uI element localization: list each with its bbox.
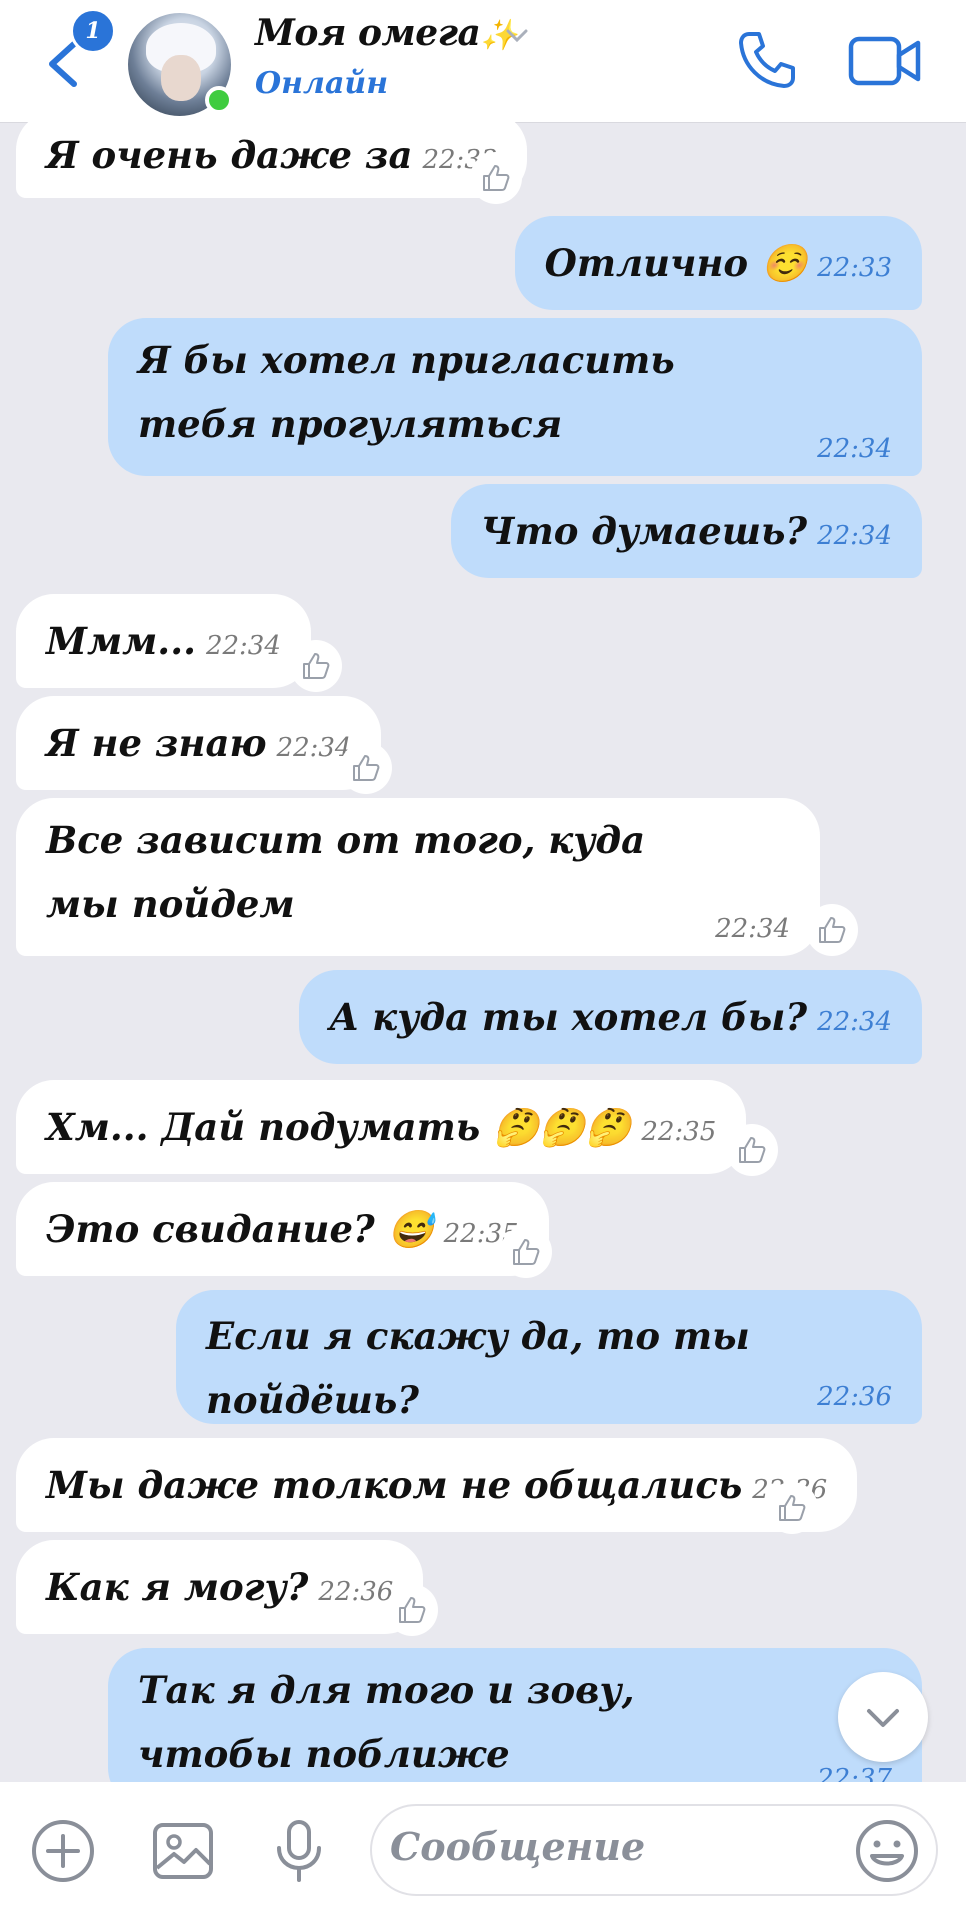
message-outgoing[interactable]: Отлично ☺️ 22:33 bbox=[514, 216, 922, 310]
like-button[interactable] bbox=[500, 1226, 552, 1278]
message-outgoing[interactable]: А куда ты хотел бы? 22:34 bbox=[299, 970, 922, 1064]
like-button[interactable] bbox=[340, 742, 392, 794]
like-button[interactable] bbox=[766, 1482, 818, 1534]
message-text: Это свидание? 😅 bbox=[46, 1207, 434, 1251]
message-input-placeholder: Сообщение bbox=[390, 1824, 646, 1869]
message-text: Я бы хотел пригласить тебя прогуляться bbox=[138, 338, 675, 446]
unread-badge: 1 bbox=[70, 8, 116, 54]
message-list[interactable]: Я очень даже за 22:33 Отлично ☺️ 22:33 Я б… bbox=[0, 122, 966, 1782]
microphone-icon[interactable] bbox=[266, 1818, 332, 1884]
message-text: Хм... Дай подумать 🤔🤔🤔 bbox=[46, 1105, 632, 1149]
emoji-icon[interactable] bbox=[854, 1818, 920, 1884]
message-text: Ммм... bbox=[46, 619, 196, 663]
like-icon bbox=[303, 653, 330, 679]
message-incoming[interactable]: Это свидание? 😅 22:35 bbox=[16, 1182, 549, 1276]
message-incoming[interactable]: Мы даже толком не общались22:36 bbox=[16, 1438, 858, 1532]
like-button[interactable] bbox=[290, 640, 342, 692]
chevron-down-icon[interactable] bbox=[502, 20, 532, 50]
message-text: Мы даже толком не общались bbox=[46, 1463, 743, 1507]
message-time: 22:34 bbox=[817, 521, 892, 551]
like-button[interactable] bbox=[386, 1584, 438, 1636]
like-icon bbox=[353, 755, 380, 781]
message-time: 22:36 bbox=[318, 1577, 394, 1607]
message-time: 22:34 bbox=[276, 733, 352, 763]
message-incoming[interactable]: Все зависит от того, куда мы пойдем 22:3… bbox=[16, 798, 820, 956]
chat-header: 1 Моя омега✨ Онлайн bbox=[0, 0, 966, 123]
scroll-down-button[interactable] bbox=[838, 1672, 928, 1762]
chat-title-text: Моя омега bbox=[255, 12, 481, 54]
message-outgoing[interactable]: Если я скажу да, то ты пойдёшь? 22:36 bbox=[176, 1290, 922, 1424]
message-outgoing[interactable]: Что думаешь? 22:34 bbox=[450, 484, 922, 578]
message-text: Я очень даже за bbox=[46, 133, 413, 177]
like-icon bbox=[483, 165, 510, 191]
message-time: 22:37 bbox=[817, 1764, 892, 1782]
like-icon bbox=[779, 1495, 806, 1521]
like-icon bbox=[739, 1137, 766, 1163]
chevron-down-icon bbox=[867, 1709, 899, 1727]
message-time: 22:34 bbox=[205, 631, 281, 661]
like-icon bbox=[399, 1597, 426, 1623]
like-icon bbox=[513, 1239, 540, 1265]
add-icon[interactable] bbox=[30, 1818, 96, 1884]
message-incoming[interactable]: Хм... Дай подумать 🤔🤔🤔 22:35 bbox=[16, 1080, 747, 1174]
message-text: Как я могу? bbox=[46, 1565, 309, 1609]
chat-title[interactable]: Моя омега✨ bbox=[255, 12, 518, 54]
message-text: Так я для того и зову, чтобы поближе поз… bbox=[138, 1668, 635, 1776]
image-icon[interactable] bbox=[150, 1818, 216, 1884]
message-text: Я не знаю bbox=[46, 721, 267, 765]
message-time: 22:36 bbox=[817, 1382, 892, 1412]
message-time: 22:34 bbox=[715, 914, 790, 944]
message-incoming[interactable]: Как я могу? 22:36 bbox=[16, 1540, 424, 1634]
online-indicator bbox=[205, 86, 233, 114]
video-camera-icon[interactable] bbox=[848, 33, 922, 89]
message-input[interactable]: Сообщение bbox=[370, 1804, 938, 1896]
like-icon bbox=[819, 917, 846, 943]
like-button[interactable] bbox=[726, 1124, 778, 1176]
message-time: 22:34 bbox=[817, 434, 892, 464]
online-status: Онлайн bbox=[255, 66, 389, 101]
message-incoming[interactable]: Ммм... 22:34 bbox=[16, 594, 311, 688]
composer-bar: Сообщение bbox=[0, 1782, 966, 1920]
message-incoming[interactable]: Я не знаю 22:34 bbox=[16, 696, 382, 790]
message-text: Все зависит от того, куда мы пойдем bbox=[46, 818, 646, 926]
message-text: Отлично ☺️ bbox=[544, 241, 808, 285]
message-time: 22:33 bbox=[817, 253, 892, 283]
message-incoming[interactable]: Я очень даже за 22:33 bbox=[16, 122, 528, 198]
message-outgoing[interactable]: Я бы хотел пригласить тебя прогуляться 2… bbox=[108, 318, 922, 476]
message-time: 22:35 bbox=[641, 1117, 717, 1147]
message-text: Если я скажу да, то ты пойдёшь? bbox=[206, 1314, 750, 1422]
message-text: А куда ты хотел бы? bbox=[329, 995, 808, 1039]
message-outgoing[interactable]: Так я для того и зову, чтобы поближе поз… bbox=[108, 1648, 922, 1782]
message-time: 22:34 bbox=[817, 1007, 892, 1037]
like-button[interactable] bbox=[806, 904, 858, 956]
message-text: Что думаешь? bbox=[480, 509, 808, 553]
like-button[interactable] bbox=[470, 152, 522, 204]
phone-icon[interactable] bbox=[735, 28, 799, 92]
